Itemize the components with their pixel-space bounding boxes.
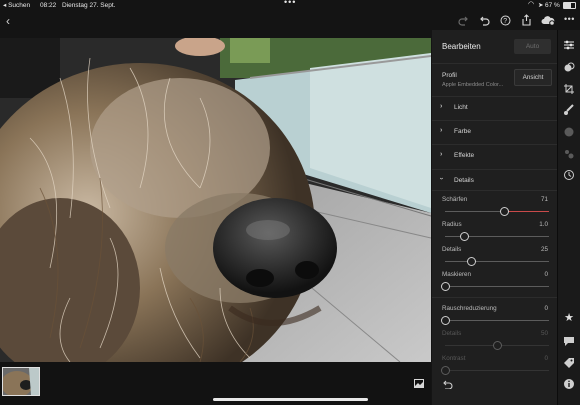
filmstrip-thumbnail[interactable] — [2, 367, 40, 396]
slider-value: 0 — [544, 305, 548, 312]
slider-label: Details — [442, 330, 462, 337]
chevron-down-icon: › — [437, 177, 445, 180]
back-to-app-link[interactable]: ◂ Suchen — [3, 2, 30, 9]
auto-button[interactable]: Auto — [514, 39, 551, 54]
slider-label: Schärfen — [442, 196, 468, 203]
battery-icon — [563, 2, 576, 9]
slider-label: Maskieren — [442, 271, 472, 278]
slider-thumb[interactable] — [441, 366, 450, 375]
back-chevron-icon[interactable]: ‹ — [6, 14, 10, 28]
more-icon[interactable]: ••• — [564, 14, 575, 24]
chevron-right-icon: › — [440, 127, 443, 134]
slider-track[interactable] — [445, 286, 549, 287]
heal-icon[interactable] — [563, 126, 575, 138]
slider-thumb[interactable] — [467, 257, 476, 266]
slider-value: 25 — [540, 246, 548, 253]
crop-icon[interactable] — [563, 83, 575, 95]
slider-value: 0 — [544, 271, 548, 278]
presets-icon[interactable] — [563, 61, 575, 73]
slider-thumb[interactable] — [493, 341, 502, 350]
status-time: 08:22 — [40, 2, 57, 9]
cloud-icon[interactable] — [541, 15, 555, 26]
slider-label: Radius — [442, 221, 462, 228]
section-light-label: Licht — [454, 104, 468, 111]
share-icon[interactable] — [521, 14, 532, 26]
slider-value: 0 — [544, 355, 548, 362]
history-icon[interactable] — [563, 169, 575, 181]
wifi-icon: ◠ — [528, 1, 535, 8]
photo-canvas[interactable] — [0, 38, 431, 362]
status-bar: ◂ Suchen 08:22 Dienstag 27. Sept. ••• ◠ … — [0, 0, 580, 11]
status-date: Dienstag 27. Sept. — [62, 2, 116, 9]
panel-title: Bearbeiten — [442, 42, 481, 51]
divider — [432, 297, 557, 298]
versions-icon[interactable] — [563, 148, 575, 160]
slider-value: 1.0 — [539, 221, 548, 228]
slider-accent-fill — [504, 211, 549, 212]
slider-thumb[interactable] — [500, 207, 510, 216]
filmstrip — [0, 362, 431, 405]
slider-track[interactable] — [445, 261, 549, 262]
view-button[interactable]: Ansicht — [514, 69, 552, 86]
svg-text:?: ? — [503, 18, 507, 25]
profile-value: Apple Embedded Color... — [442, 82, 504, 88]
slider-label: Details — [442, 246, 462, 253]
battery-percent: 67 % — [545, 2, 560, 9]
tag-icon[interactable] — [563, 357, 575, 369]
home-indicator — [213, 398, 368, 401]
help-icon[interactable]: ? — [500, 15, 511, 26]
section-effects-label: Effekte — [454, 152, 475, 159]
star-icon[interactable]: ★ — [563, 312, 575, 324]
comment-icon[interactable] — [563, 335, 575, 347]
chevron-right-icon: › — [440, 151, 443, 158]
undo-icon[interactable] — [479, 16, 490, 26]
compare-icon[interactable] — [414, 379, 424, 388]
slider-thumb[interactable] — [459, 232, 469, 241]
slider-value: 50 — [540, 330, 548, 337]
tool-rail: ★ — [557, 30, 580, 405]
chevron-right-icon: › — [440, 103, 443, 110]
slider-track[interactable] — [445, 370, 549, 371]
slider-value: 71 — [540, 196, 548, 203]
profile-label: Profil — [442, 72, 457, 79]
slider-label: Kontrast — [442, 355, 466, 362]
slider-thumb[interactable] — [441, 282, 450, 291]
section-details-label: Details — [454, 177, 474, 184]
slider-track[interactable] — [445, 320, 549, 321]
reset-icon[interactable] — [442, 380, 453, 389]
redo-icon[interactable] — [458, 16, 469, 26]
location-icon: ➤ — [538, 2, 544, 9]
slider-thumb[interactable] — [441, 316, 450, 325]
section-color-label: Farbe — [454, 128, 471, 135]
info-icon[interactable] — [563, 378, 575, 390]
multitask-dots-icon[interactable]: ••• — [284, 0, 296, 7]
sliders-icon[interactable] — [563, 39, 575, 51]
edit-panel: Bearbeiten Auto Profil Apple Embedded Co… — [432, 30, 557, 405]
brush-icon[interactable] — [563, 104, 575, 116]
slider-label: Rauschreduzierung — [442, 305, 497, 312]
